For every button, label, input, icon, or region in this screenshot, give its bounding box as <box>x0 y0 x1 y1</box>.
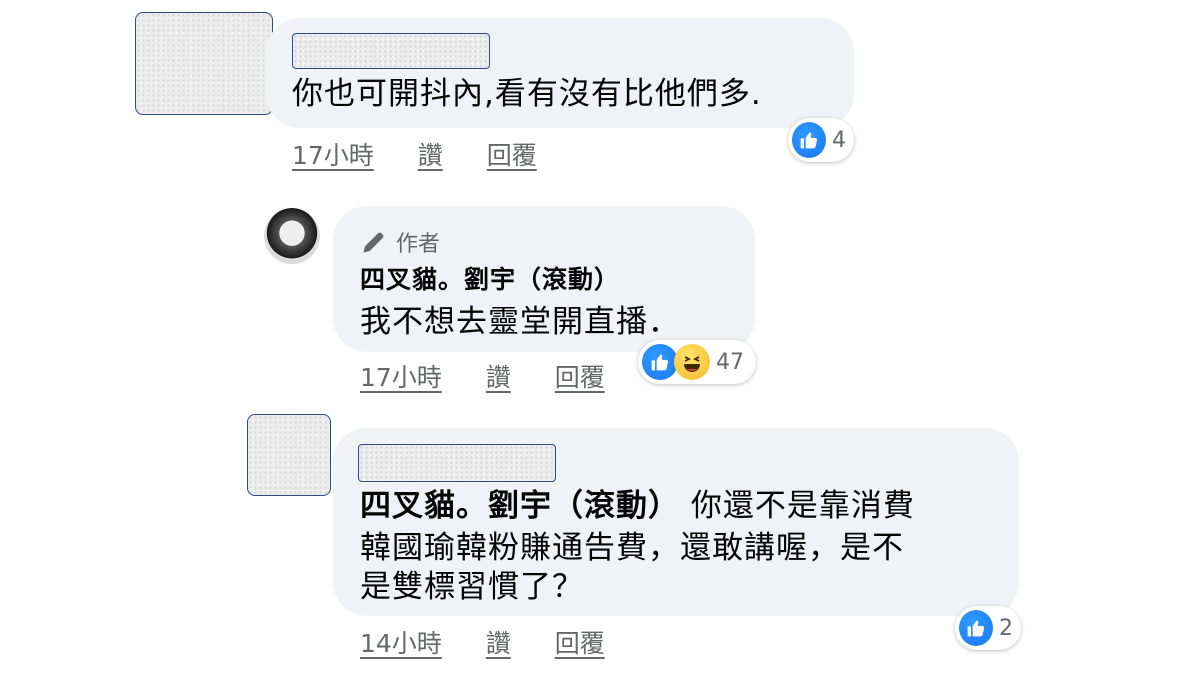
author-badge-label: 作者 <box>396 232 441 257</box>
haha-emoji-icon <box>674 344 710 380</box>
reaction-summary[interactable]: 2 <box>955 606 1021 650</box>
thumbs-up-icon <box>792 122 826 158</box>
comment-time[interactable]: 14小時 <box>360 624 442 660</box>
reply-button[interactable]: 回覆 <box>555 358 605 394</box>
reply-author-name[interactable]: 四叉貓。劉宇（滾動） <box>360 261 620 299</box>
reaction-summary[interactable]: 4 <box>788 118 854 162</box>
reaction-count: 47 <box>716 349 744 375</box>
reply-actions: 17小時 讚 回覆 <box>360 358 641 394</box>
like-button[interactable]: 讚 <box>418 136 443 172</box>
comment-text-line-3: 是雙標習慣了？ <box>360 569 584 605</box>
commenter-avatar-blurred[interactable] <box>247 414 331 496</box>
comment-text-line-2: 韓國瑜韓粉賺通告費，還敢講喔，是不 <box>360 530 904 566</box>
comment-actions: 14小時 讚 回覆 <box>360 624 641 660</box>
reply-button[interactable]: 回覆 <box>487 136 537 172</box>
reaction-summary[interactable]: 47 <box>638 340 756 384</box>
commenter-name-blurred[interactable] <box>292 33 490 69</box>
reaction-count: 4 <box>832 127 846 153</box>
reply-text: 我不想去靈堂開直播． <box>360 304 680 340</box>
commenter-name-blurred[interactable] <box>358 444 556 482</box>
author-avatar[interactable] <box>264 208 320 264</box>
comment-text: 你也可開抖內,看有沒有比他們多. <box>292 76 762 112</box>
like-button[interactable]: 讚 <box>486 624 511 660</box>
thumbs-up-icon <box>642 344 678 380</box>
author-badge: 作者 <box>360 226 440 258</box>
comment-actions: 17小時 讚 回覆 <box>292 136 573 172</box>
thumbs-up-icon <box>959 610 993 646</box>
reply-button[interactable]: 回覆 <box>555 624 605 660</box>
reply-time[interactable]: 17小時 <box>360 358 442 394</box>
mention-link[interactable]: 四叉貓。劉宇（滾動） <box>360 488 680 524</box>
like-button[interactable]: 讚 <box>486 358 511 394</box>
comment-text-line-1: 四叉貓。劉宇（滾動） 你還不是靠消費 <box>360 488 915 524</box>
pencil-icon <box>363 232 384 253</box>
commenter-avatar-blurred[interactable] <box>135 12 273 115</box>
reaction-count: 2 <box>999 615 1013 641</box>
comment-time[interactable]: 17小時 <box>292 136 374 172</box>
